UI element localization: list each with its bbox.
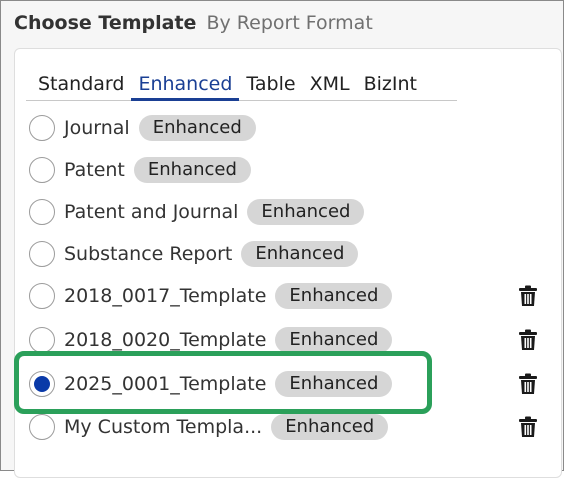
tab-xml[interactable]: XML xyxy=(303,65,357,100)
template-name[interactable]: Patent xyxy=(64,159,125,181)
format-badge: Enhanced xyxy=(271,414,389,440)
template-radio[interactable] xyxy=(29,157,55,183)
tab-bizint[interactable]: BizInt xyxy=(357,65,424,100)
tab-enhanced[interactable]: Enhanced xyxy=(131,66,240,101)
format-badge: Enhanced xyxy=(133,157,251,183)
template-radio[interactable] xyxy=(29,241,55,267)
template-row[interactable]: Journal Enhanced xyxy=(29,113,549,143)
template-name[interactable]: Substance Report xyxy=(64,243,232,265)
template-radio[interactable] xyxy=(29,414,55,440)
template-name[interactable]: My Custom Templa... xyxy=(64,416,262,438)
template-name[interactable]: 2025_0001_Template xyxy=(64,373,266,395)
trash-icon[interactable] xyxy=(518,329,538,351)
template-radio[interactable] xyxy=(29,199,55,225)
template-row[interactable]: 2018_0017_Template Enhanced xyxy=(29,281,549,311)
template-row[interactable]: 2018_0020_Template Enhanced xyxy=(29,325,549,355)
template-name[interactable]: Journal xyxy=(64,117,130,139)
format-badge: Enhanced xyxy=(275,327,393,353)
tab-table[interactable]: Table xyxy=(239,65,302,100)
format-badge: Enhanced xyxy=(241,241,359,267)
template-row[interactable]: Patent Enhanced xyxy=(29,155,549,185)
format-badge: Enhanced xyxy=(138,115,256,141)
format-tabs: Standard Enhanced Table XML BizInt xyxy=(26,65,457,101)
template-radio-selected[interactable] xyxy=(29,371,55,397)
choose-template-dialog: Choose Template By Report Format Standar… xyxy=(0,0,564,478)
format-badge: Enhanced xyxy=(275,283,393,309)
template-row[interactable]: My Custom Templa... Enhanced xyxy=(29,412,549,442)
radio-selected-dot xyxy=(34,376,50,392)
format-badge: Enhanced xyxy=(247,199,365,225)
template-radio[interactable] xyxy=(29,327,55,353)
trash-icon[interactable] xyxy=(518,285,538,307)
template-name[interactable]: 2018_0017_Template xyxy=(64,285,266,307)
tab-standard[interactable]: Standard xyxy=(26,65,131,100)
template-name[interactable]: Patent and Journal xyxy=(64,201,238,223)
trash-icon[interactable] xyxy=(518,416,538,438)
trash-icon[interactable] xyxy=(518,373,538,395)
template-name[interactable]: 2018_0020_Template xyxy=(64,329,266,351)
template-row[interactable]: Substance Report Enhanced xyxy=(29,239,549,269)
template-radio[interactable] xyxy=(29,283,55,309)
template-radio[interactable] xyxy=(29,115,55,141)
template-row[interactable]: Patent and Journal Enhanced xyxy=(29,197,549,227)
section-subtitle: By Report Format xyxy=(206,12,373,34)
section-header: Choose Template By Report Format xyxy=(14,12,373,38)
template-row[interactable]: 2025_0001_Template Enhanced xyxy=(29,369,549,399)
format-badge: Enhanced xyxy=(275,371,393,397)
section-title: Choose Template xyxy=(14,12,197,34)
